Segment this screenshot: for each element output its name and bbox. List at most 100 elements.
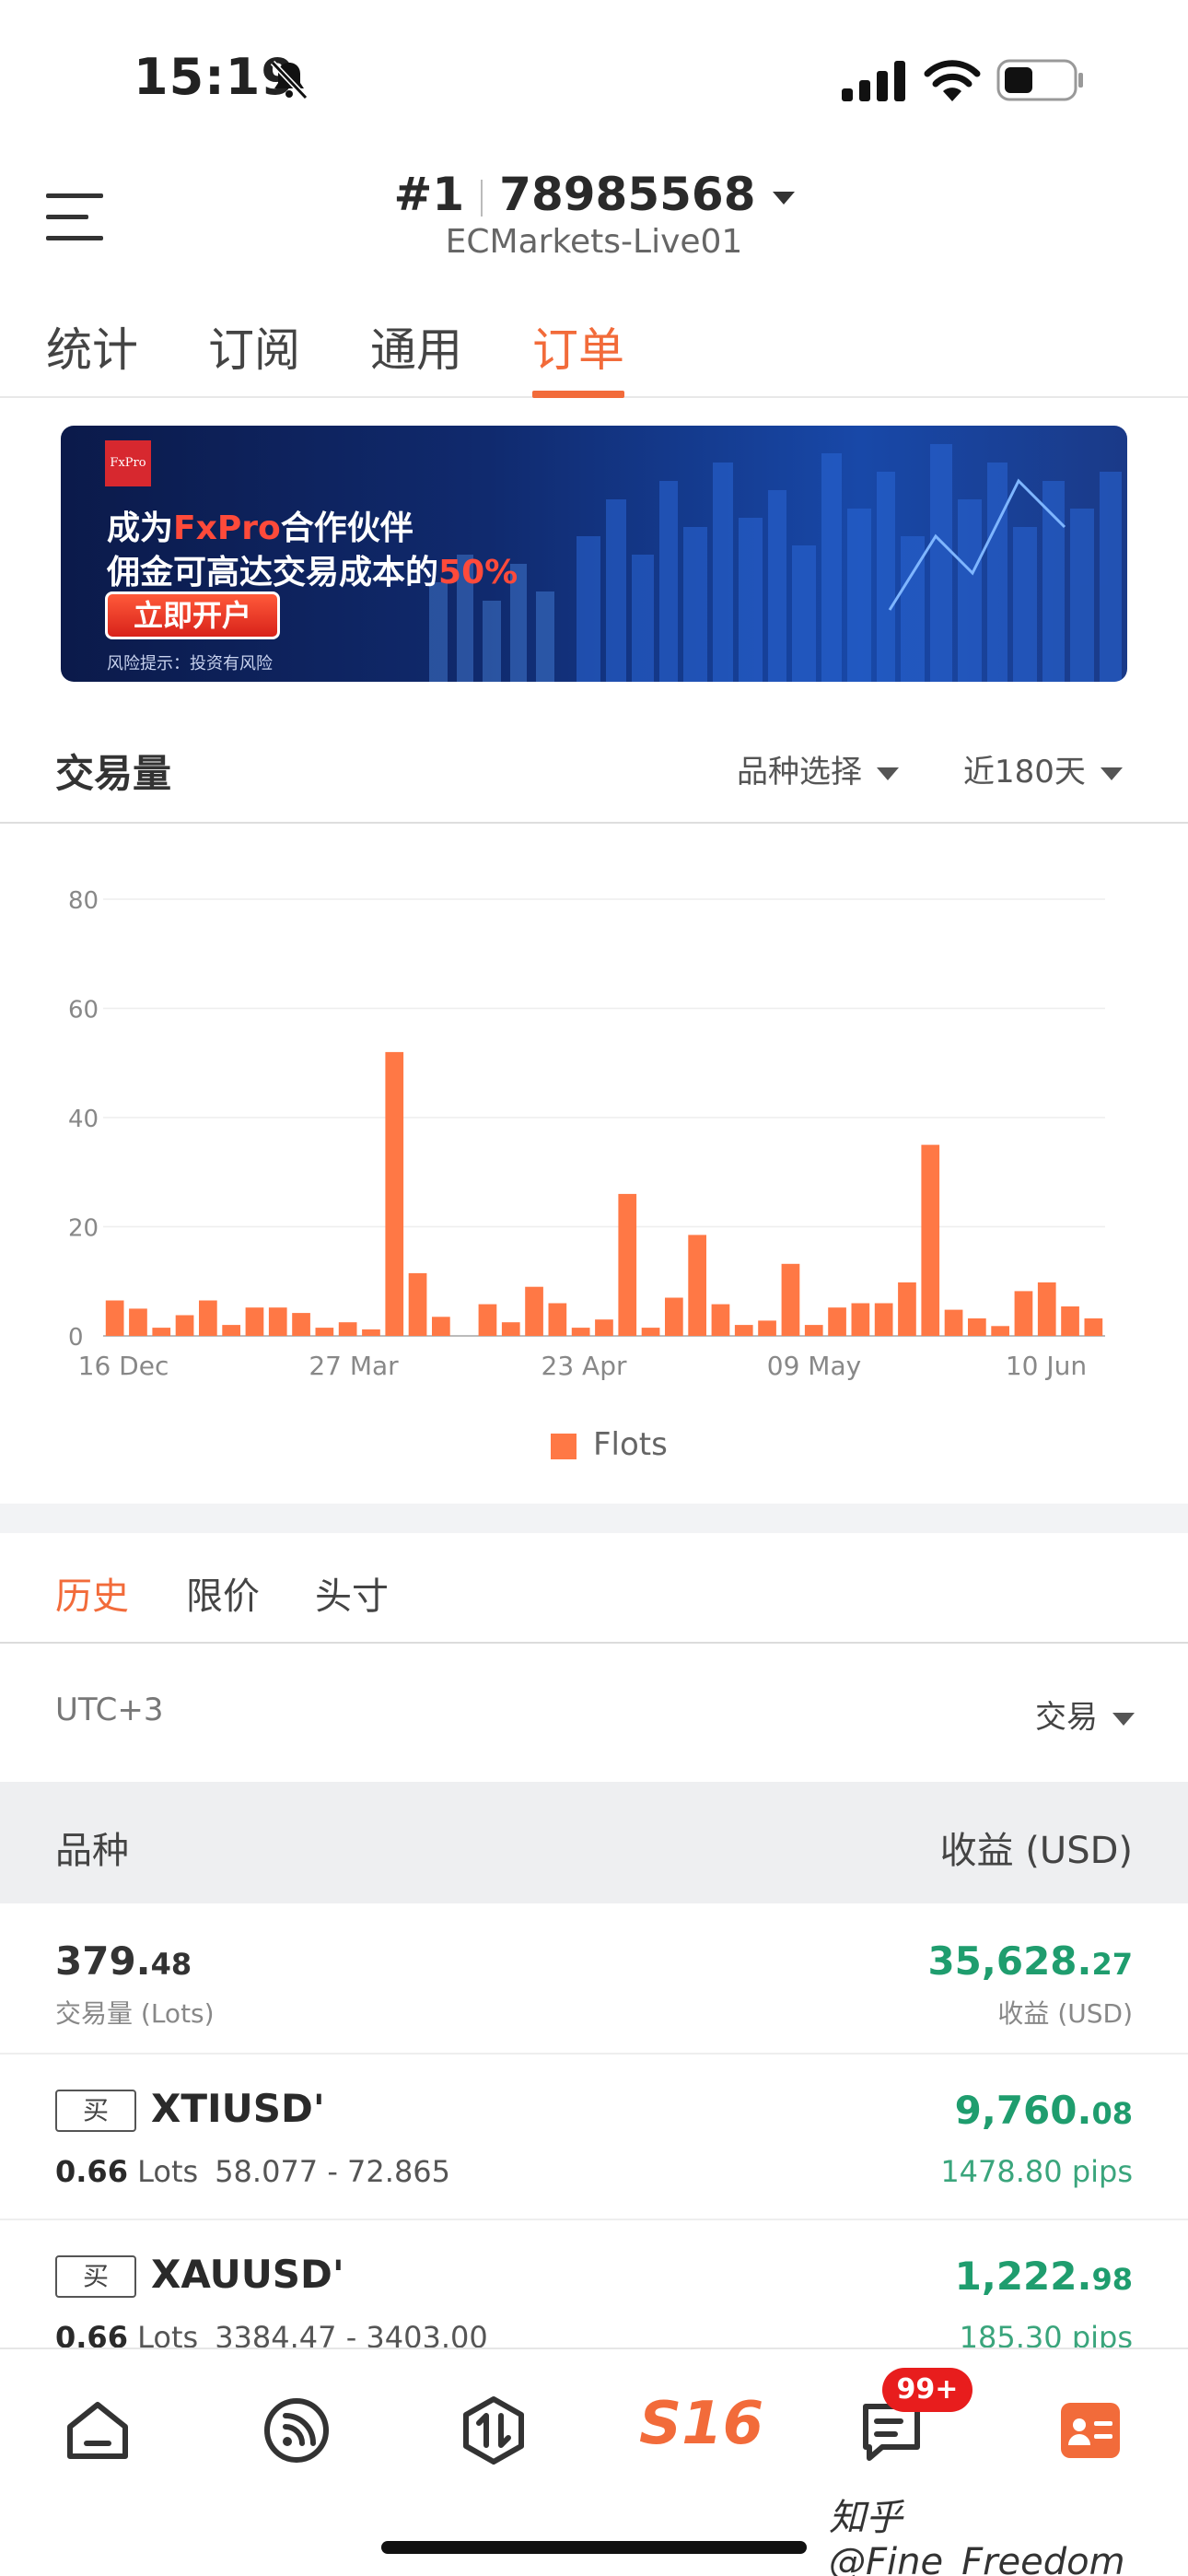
volume-bar[interactable] xyxy=(804,1325,823,1336)
status-bar: 15:19 xyxy=(0,0,1188,157)
messages-badge: 99+ xyxy=(882,2368,973,2412)
y-tick-label: 20 xyxy=(68,1215,99,1243)
volume-bar[interactable] xyxy=(921,1144,940,1336)
tab-subscriptions[interactable]: 订阅 xyxy=(208,313,300,380)
profile-card-icon[interactable] xyxy=(1054,2394,1127,2467)
filter-row: UTC+3 交易 xyxy=(0,1645,1188,1782)
banner-headline: 成为FxPro合作伙伴 xyxy=(107,509,413,547)
chevron-down-icon xyxy=(1100,767,1123,780)
volume-bar[interactable] xyxy=(525,1286,543,1336)
tab-orders[interactable]: 订单 xyxy=(532,313,624,380)
volume-bar[interactable] xyxy=(1084,1318,1103,1336)
x-tick-label: 23 Apr xyxy=(542,1351,627,1381)
volume-bar[interactable] xyxy=(268,1307,287,1336)
volume-bar[interactable] xyxy=(432,1317,450,1336)
tab-history[interactable]: 历史 xyxy=(55,1566,129,1620)
volume-bar[interactable] xyxy=(199,1300,217,1337)
symbol-select[interactable]: 品种选择 xyxy=(737,746,899,791)
promo-banner[interactable]: FxPro 成为FxPro合作伙伴 佣金可高达交易成本的50% 立即开户 风险提… xyxy=(61,426,1127,682)
volume-bar[interactable] xyxy=(222,1325,240,1336)
table-header: 品种 收益 (USD) xyxy=(0,1782,1188,1903)
volume-bar[interactable] xyxy=(874,1303,893,1337)
chevron-down-icon xyxy=(772,191,795,205)
volume-bar[interactable] xyxy=(618,1193,637,1336)
trade-filter-select[interactable]: 交易 xyxy=(1035,1692,1135,1737)
volume-bar[interactable] xyxy=(1037,1282,1056,1336)
volume-bar[interactable] xyxy=(385,1051,404,1336)
s16-logo[interactable]: S16 xyxy=(639,2390,763,2458)
home-indicator[interactable] xyxy=(381,2541,807,2554)
trade-row[interactable]: 买 XTIUSD' 0.66 Lots 58.077 - 72.865 9,760… xyxy=(0,2055,1188,2220)
order-sub-tabs: 历史 限价 头寸 xyxy=(0,1533,1188,1644)
tab-positions[interactable]: 头寸 xyxy=(315,1566,389,1620)
total-profit: 35,628.27 xyxy=(927,1938,1133,1984)
volume-bar[interactable] xyxy=(501,1322,520,1336)
volume-bar[interactable] xyxy=(478,1304,497,1336)
fxpro-logo: FxPro xyxy=(105,440,151,486)
signal-feed-icon[interactable] xyxy=(260,2394,333,2467)
open-account-button[interactable]: 立即开户 xyxy=(105,591,280,639)
volume-bar[interactable] xyxy=(898,1282,916,1336)
summary-row: 379.48 交易量 (Lots) 35,628.27 收益 (USD) xyxy=(0,1903,1188,2055)
server-name: ECMarkets-Live01 xyxy=(445,223,743,261)
chevron-down-icon xyxy=(1112,1712,1135,1726)
x-tick-label: 09 May xyxy=(767,1351,861,1381)
wifi-icon xyxy=(924,60,981,101)
volume-bar[interactable] xyxy=(734,1325,753,1336)
volume-bar[interactable] xyxy=(968,1318,986,1336)
period-select[interactable]: 近180天 xyxy=(963,746,1123,791)
volume-bar[interactable] xyxy=(688,1235,706,1336)
volume-bar[interactable] xyxy=(548,1303,567,1337)
volume-bar[interactable] xyxy=(991,1326,1009,1336)
y-tick-label: 60 xyxy=(68,997,99,1025)
volume-bar[interactable] xyxy=(152,1328,171,1336)
x-tick-label: 10 Jun xyxy=(1006,1351,1087,1381)
volume-bar[interactable] xyxy=(641,1328,660,1336)
home-icon[interactable] xyxy=(61,2394,134,2467)
volume-bar[interactable] xyxy=(1061,1306,1079,1336)
x-tick-label: 27 Mar xyxy=(309,1351,399,1381)
volume-bar[interactable] xyxy=(944,1309,963,1336)
volume-bar[interactable] xyxy=(129,1308,147,1336)
volume-bar[interactable] xyxy=(362,1329,380,1336)
volume-header: 交易量 品种选择 近180天 xyxy=(0,728,1188,824)
volume-bar[interactable] xyxy=(105,1300,124,1337)
side-badge: 买 xyxy=(55,2090,136,2132)
volume-bar[interactable] xyxy=(315,1328,334,1336)
volume-bar[interactable] xyxy=(245,1307,264,1336)
chart-legend[interactable]: Flots xyxy=(551,1426,668,1463)
trade-icon[interactable] xyxy=(457,2394,530,2467)
legend-swatch xyxy=(551,1433,577,1459)
legend-label: Flots xyxy=(593,1426,668,1463)
trade-lots-line: 0.66 Lots 58.077 - 72.865 xyxy=(55,2154,451,2189)
top-tabs: 统计 订阅 通用 订单 xyxy=(0,286,1188,398)
y-tick-label: 0 xyxy=(68,1324,84,1352)
tab-statistics[interactable]: 统计 xyxy=(46,313,138,380)
trade-symbol: XTIUSD' xyxy=(151,2086,325,2131)
x-tick-label: 16 Dec xyxy=(78,1351,169,1381)
volume-bar[interactable] xyxy=(338,1322,357,1336)
y-tick-label: 80 xyxy=(68,887,99,915)
volume-bar[interactable] xyxy=(758,1320,776,1336)
volume-bar-chart: 0 20 40 60 80 16 Dec 27 Mar 23 Apr 09 May 10 Jun xyxy=(68,887,1105,1381)
side-badge: 买 xyxy=(55,2255,136,2298)
risk-warning: 风险提示：投资有风险 xyxy=(107,654,273,673)
muted-bell-icon xyxy=(270,60,309,100)
volume-bar[interactable] xyxy=(851,1303,870,1337)
account-selector[interactable]: #1 78985568 xyxy=(0,168,1188,221)
tab-general[interactable]: 通用 xyxy=(370,313,462,380)
tab-limit[interactable]: 限价 xyxy=(186,1566,260,1620)
volume-bar[interactable] xyxy=(828,1307,846,1336)
volume-bar[interactable] xyxy=(665,1297,683,1337)
volume-bar[interactable] xyxy=(711,1304,730,1336)
volume-bar[interactable] xyxy=(408,1272,427,1336)
volume-bar[interactable] xyxy=(571,1328,590,1336)
active-tab-indicator xyxy=(532,391,624,398)
volume-bar[interactable] xyxy=(1014,1291,1033,1336)
trade-profit: 1,222.98 xyxy=(954,2254,1133,2299)
volume-bar[interactable] xyxy=(175,1315,194,1337)
volume-bar[interactable] xyxy=(292,1313,310,1336)
volume-bar[interactable] xyxy=(781,1263,800,1336)
volume-bar[interactable] xyxy=(595,1319,613,1336)
banner-subline: 佣金可高达交易成本的50% xyxy=(107,554,518,591)
